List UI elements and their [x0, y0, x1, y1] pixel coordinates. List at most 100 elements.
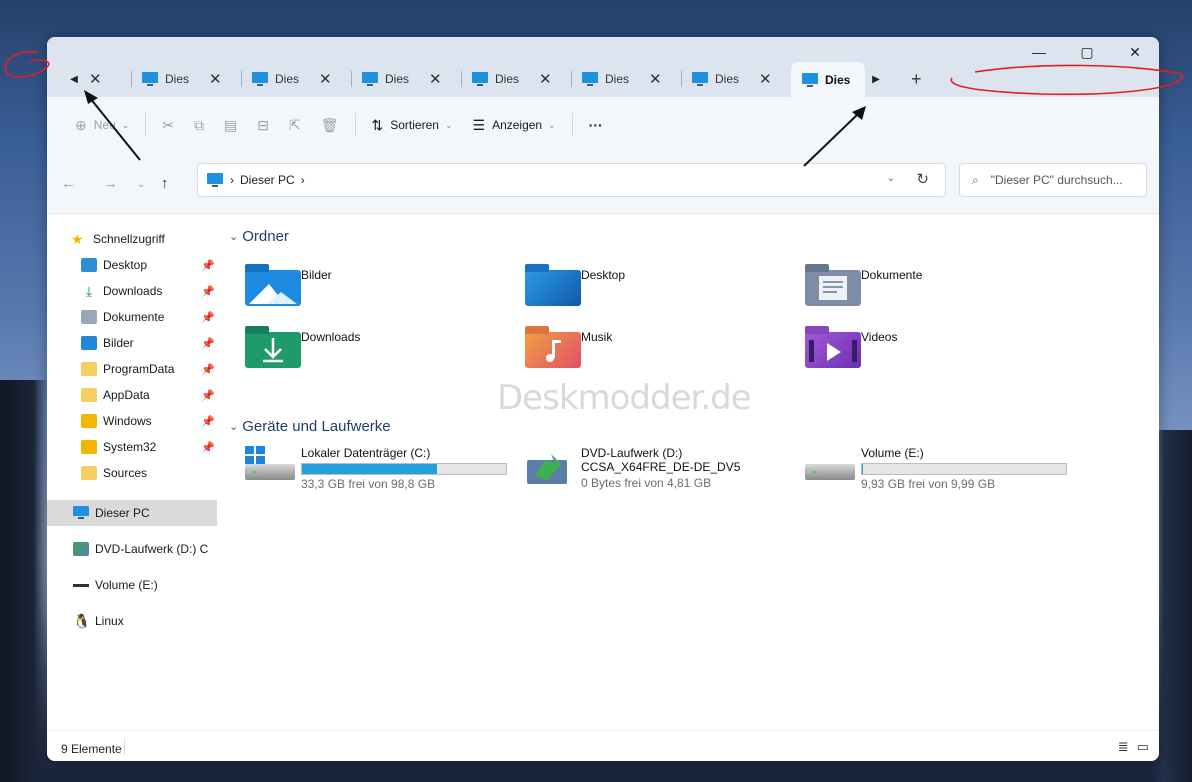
tab[interactable]: Dies ✕ [681, 62, 791, 96]
ellipsis-icon: ··· [588, 117, 603, 133]
up-button[interactable]: ↑ [161, 175, 169, 192]
this-pc-icon [142, 72, 158, 86]
close-window-button[interactable]: ✕ [1111, 37, 1159, 67]
breadcrumb-chevron-icon[interactable]: › [301, 173, 305, 187]
scissors-icon: ✂ [162, 116, 175, 133]
rename-icon: ⊟ [257, 116, 269, 133]
dvd-drive-icon [73, 542, 89, 556]
tab-title: Dies [495, 72, 520, 86]
maximize-button[interactable]: ▢ [1063, 37, 1111, 67]
sidebar-item-quick-access[interactable]: ★ Schnellzugriff [71, 226, 241, 252]
pin-icon[interactable]: 📌 [201, 363, 215, 376]
delete-button[interactable]: 🗑 [311, 109, 349, 141]
folder-tile-downloads[interactable]: Downloads [245, 326, 360, 374]
sidebar-item-dvd-drive[interactable]: DVD-Laufwerk (D:) C [73, 536, 219, 562]
sidebar-item-linux[interactable]: 🐧 Linux [73, 608, 243, 634]
divider [124, 739, 125, 755]
view-button[interactable]: ☰ Anzeigen ⌄ [463, 109, 566, 141]
divider [145, 113, 147, 137]
sidebar-item-label: Sources [103, 466, 148, 480]
address-history-chevron-icon[interactable]: ⌄ [887, 173, 895, 184]
tab-close-icon[interactable]: ✕ [209, 70, 222, 88]
this-pc-icon [472, 72, 488, 86]
tab-close-icon[interactable]: ✕ [539, 70, 552, 88]
group-header-devices[interactable]: ⌄ Geräte und Laufwerke [229, 418, 391, 435]
more-options-button[interactable]: ··· [579, 109, 613, 141]
folder-icon [81, 362, 97, 376]
drive-tile-c[interactable]: Lokaler Datenträger (C:) 33,3 GB frei vo… [245, 446, 507, 491]
drive-usage-bar [301, 463, 507, 475]
tab[interactable]: Dies ✕ [571, 62, 681, 96]
tab-active[interactable]: Dies [791, 62, 865, 98]
new-label: Neu [93, 118, 116, 132]
tab-title: Dies [715, 72, 740, 86]
star-icon: ★ [71, 231, 84, 247]
folder-icon [81, 466, 97, 480]
recent-locations-button[interactable]: ⌄ [137, 179, 145, 190]
sidebar-item-label: Dieser PC [95, 506, 150, 520]
folder-tile-videos[interactable]: Videos [805, 326, 897, 374]
tab[interactable]: Dies ✕ [461, 62, 571, 96]
breadcrumb[interactable]: Dieser PC [240, 173, 295, 187]
folder-icon [81, 414, 97, 428]
pin-icon[interactable]: 📌 [201, 389, 215, 402]
pin-icon[interactable]: 📌 [201, 415, 215, 428]
folder-tile-desktop[interactable]: Desktop [525, 264, 625, 312]
pin-icon[interactable]: 📌 [201, 285, 215, 298]
cut-button[interactable]: ✂ [152, 109, 184, 141]
tab-scroll-right-button[interactable]: ▶ [865, 65, 887, 93]
pictures-folder-icon [245, 264, 301, 312]
back-button[interactable]: ← [61, 175, 76, 192]
paste-button[interactable]: ▤ [214, 109, 247, 141]
sidebar-item-label: Downloads [103, 284, 163, 298]
minimize-button[interactable]: — [1015, 37, 1063, 67]
tab[interactable]: Dies ✕ [131, 62, 241, 96]
copy-button[interactable]: ⧉ [184, 109, 214, 141]
details-view-icon[interactable]: ≣ [1118, 739, 1129, 755]
rename-button[interactable]: ⊟ [247, 109, 279, 141]
tab[interactable]: ✕ [85, 62, 131, 96]
divider [571, 113, 573, 137]
new-tab-button[interactable]: + [911, 69, 922, 90]
sidebar-item-volume-e[interactable]: Volume (E:) [73, 572, 243, 598]
tab-scroll-left-button[interactable]: ◀ [63, 65, 85, 93]
videos-folder-icon [805, 326, 861, 374]
group-header-folders[interactable]: ⌄ Ordner [229, 228, 289, 245]
pin-icon[interactable]: 📌 [201, 337, 215, 350]
sidebar-item-label: System32 [103, 440, 157, 454]
wallpaper-trees-left [0, 380, 48, 782]
downloads-folder-icon [245, 326, 301, 374]
desktop-folder-icon [525, 264, 581, 312]
tab-close-icon[interactable]: ✕ [89, 70, 102, 88]
drive-name: Volume (E:) [861, 446, 924, 460]
tab-close-icon[interactable]: ✕ [649, 70, 662, 88]
pin-icon[interactable]: 📌 [201, 259, 215, 272]
forward-button[interactable]: → [103, 175, 118, 192]
search-box[interactable]: ⌕ "Dieser PC" durchsuch... [959, 163, 1147, 197]
tab-close-icon[interactable]: ✕ [429, 70, 442, 88]
tab-close-icon[interactable]: ✕ [319, 70, 332, 88]
drive-tile-d[interactable]: DVD-Laufwerk (D:) CCSA_X64FRE_DE-DE_DV5 … [525, 446, 740, 490]
annotation-scribble-left [4, 51, 50, 78]
drive-tile-e[interactable]: Volume (E:) 9,93 GB frei von 9,99 GB [805, 446, 1067, 491]
folder-tile-pictures[interactable]: Bilder [245, 264, 332, 312]
folder-tile-music[interactable]: Musik [525, 326, 612, 374]
sort-button[interactable]: ⇅ Sortieren ⌄ [362, 109, 463, 141]
tab[interactable]: Dies ✕ [241, 62, 351, 96]
dvd-drive-icon [525, 446, 577, 490]
folder-tile-documents[interactable]: Dokumente [805, 264, 922, 312]
address-bar[interactable]: › Dieser PC › ⌄ ↻ [197, 163, 946, 197]
tab[interactable]: Dies ✕ [351, 62, 461, 96]
tab-close-icon[interactable]: ✕ [759, 70, 772, 88]
refresh-icon[interactable]: ↻ [916, 170, 929, 188]
new-button[interactable]: ⊕ Neu ⌄ [65, 109, 139, 141]
drive-free-space: 0 Bytes frei von 4,81 GB [581, 476, 712, 490]
pin-icon[interactable]: 📌 [201, 311, 215, 324]
pin-icon[interactable]: 📌 [201, 441, 215, 454]
tiles-view-icon[interactable]: ▭ [1137, 739, 1149, 755]
sidebar-item-this-pc[interactable]: Dieser PC [47, 500, 217, 526]
share-button[interactable]: ⇱ [279, 109, 311, 141]
tab-separator [571, 71, 572, 87]
tab-strip: ◀ ✕ Dies ✕ Dies ✕ Dies ✕ Dies ✕ Dies ✕ D… [63, 61, 922, 98]
documents-folder-icon [805, 264, 861, 312]
